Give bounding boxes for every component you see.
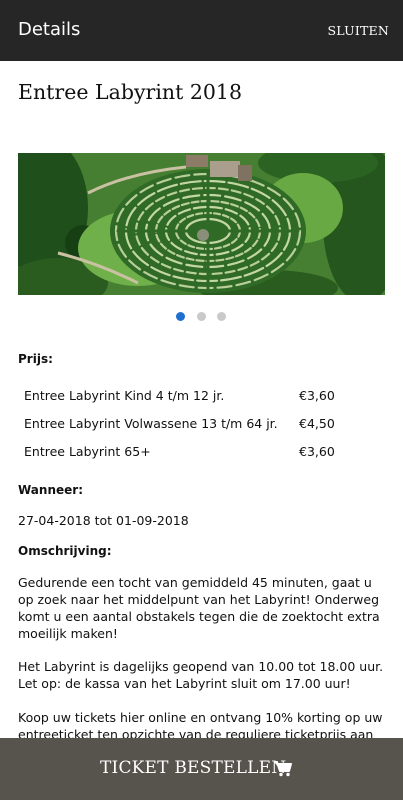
price-row: Entree Labyrint 65+ €3,60: [0, 444, 403, 462]
description-paragraph-3: Koop uw tickets hier online en ontvang 1…: [18, 710, 383, 738]
shopping-cart-icon: [274, 761, 292, 777]
price-value: €3,60: [299, 444, 335, 459]
price-row: Entree Labyrint Kind 4 t/m 12 jr. €3,60: [0, 388, 403, 406]
description-cash-desk-note: Let op: de kassa van het Labyrint sluit …: [18, 676, 351, 691]
price-name: Entree Labyrint 65+: [24, 444, 151, 459]
details-content[interactable]: Entree Labyrint 2018 Prijs: Entree Labyr…: [0, 61, 403, 738]
app-bar: Details SLUITEN: [0, 0, 403, 61]
close-button[interactable]: SLUITEN: [328, 23, 389, 38]
price-value: €4,50: [299, 416, 335, 431]
gallery-dot-1[interactable]: [176, 312, 185, 321]
order-ticket-button[interactable]: TICKET BESTELLEN: [0, 738, 403, 800]
when-heading: Wanneer:: [18, 483, 83, 497]
app-bar-title: Details: [18, 19, 81, 40]
gallery-dot-3[interactable]: [217, 312, 226, 321]
gallery-dot-2[interactable]: [197, 312, 206, 321]
order-ticket-label: TICKET BESTELLEN: [100, 758, 287, 778]
price-row: Entree Labyrint Volwassene 13 t/m 64 jr.…: [0, 416, 403, 434]
maze-illustration: [18, 153, 385, 295]
price-name: Entree Labyrint Kind 4 t/m 12 jr.: [24, 388, 225, 403]
description-opening-hours: Het Labyrint is dagelijks geopend van 10…: [18, 659, 384, 674]
price-value: €3,60: [299, 388, 335, 403]
gallery-pagination: [0, 312, 403, 322]
description-paragraph-1: Gedurende een tocht van gemiddeld 45 min…: [18, 575, 380, 641]
when-value: 27-04-2018 tot 01-09-2018: [18, 513, 189, 528]
price-name: Entree Labyrint Volwassene 13 t/m 64 jr.: [24, 416, 278, 431]
maze-aerial-photo[interactable]: [18, 153, 385, 295]
page-title: Entree Labyrint 2018: [18, 80, 243, 104]
description-heading: Omschrijving:: [18, 544, 112, 558]
price-heading: Prijs:: [18, 352, 53, 366]
